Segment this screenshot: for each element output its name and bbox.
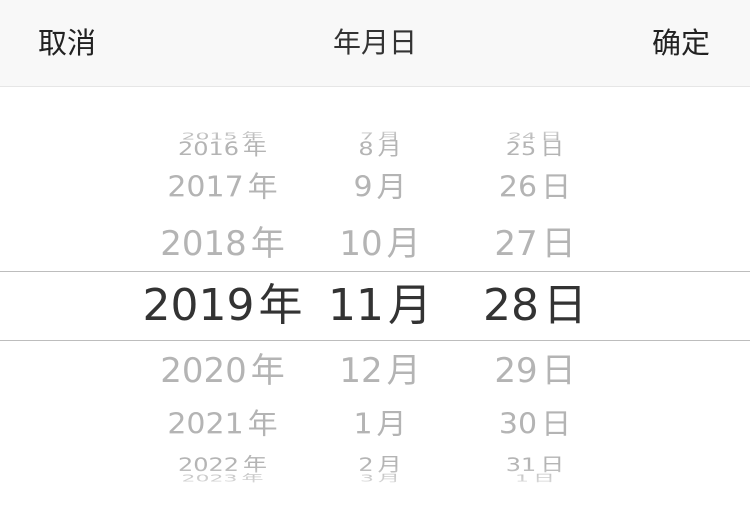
month-unit: 月	[377, 473, 400, 485]
month-unit: 月	[386, 351, 421, 391]
day-option[interactable]: 26 日	[470, 160, 600, 217]
month-value: 12	[339, 351, 383, 391]
month-value: 11	[328, 280, 384, 331]
year-value: 2018	[160, 224, 247, 264]
day-unit: 日	[541, 407, 572, 442]
picker-title: 年月日	[332, 26, 417, 59]
year-value: 2017	[167, 170, 244, 205]
year-unit: 年	[258, 280, 303, 331]
date-picker: 取消 年月日 确定 2015 年 2016 年 2017 年 2018 年 2019年 2020 年…	[0, 0, 750, 520]
day-option[interactable]: 28日	[470, 276, 600, 336]
year-option[interactable]: 2020 年	[110, 341, 335, 401]
month-unit: 月	[376, 170, 407, 205]
year-value: 2023	[181, 473, 238, 485]
year-value: 2019	[142, 280, 255, 331]
month-unit: 月	[377, 138, 402, 160]
year-option[interactable]: 2017 年	[110, 160, 335, 217]
day-value: 29	[494, 351, 538, 391]
month-option[interactable]: 9月	[320, 160, 440, 217]
year-unit: 年	[250, 351, 285, 391]
day-option[interactable]: 27 日	[470, 214, 600, 274]
day-value: 25	[505, 138, 537, 160]
month-value: 9	[353, 170, 373, 205]
day-value: 30	[498, 407, 538, 442]
day-unit: 日	[543, 280, 587, 331]
day-unit: 日	[540, 138, 565, 160]
day-unit: 日	[541, 224, 576, 264]
year-value: 2021	[167, 407, 244, 442]
day-value: 28	[483, 280, 539, 331]
month-option[interactable]: 10 月	[320, 214, 440, 274]
day-unit: 日	[532, 473, 555, 485]
day-option[interactable]: 1日	[470, 466, 600, 493]
month-option[interactable]: 11月	[320, 276, 440, 336]
day-unit: 日	[541, 351, 576, 391]
day-wheel[interactable]: 24 日 25 日 26 日 27 日 28日 29 日 30 日 31 日 1 日	[470, 87, 600, 520]
day-value: 27	[494, 224, 538, 264]
year-option[interactable]: 2023 年	[110, 466, 335, 493]
month-value: 8	[358, 138, 374, 160]
year-unit: 年	[241, 473, 264, 485]
picker-wheels: 2015 年 2016 年 2017 年 2018 年 2019年 2020 年 2021 年 2022 年…	[0, 87, 750, 520]
month-unit: 月	[386, 224, 421, 264]
year-unit: 年	[247, 407, 278, 442]
picker-toolbar: 取消 年月日 确定	[0, 0, 750, 87]
day-value: 1	[514, 473, 529, 485]
month-option[interactable]: 3月	[320, 466, 440, 493]
year-value: 2016	[177, 138, 240, 160]
day-option[interactable]: 29 日	[470, 341, 600, 401]
year-unit: 年	[247, 170, 278, 205]
month-wheel[interactable]: 7 月 8 月 9 月 10 月 11月 12 月 1 月 2 月 3 月	[320, 87, 440, 520]
confirm-button[interactable]: 确定	[652, 0, 710, 86]
year-option[interactable]: 2019年	[110, 276, 335, 336]
year-option[interactable]: 2018 年	[110, 214, 335, 274]
month-value: 3	[359, 473, 374, 485]
year-unit: 年	[250, 224, 285, 264]
year-value: 2020	[160, 351, 247, 391]
day-value: 26	[498, 170, 538, 205]
month-option[interactable]: 12 月	[320, 341, 440, 401]
month-value: 1	[353, 407, 373, 442]
year-wheel[interactable]: 2015 年 2016 年 2017 年 2018 年 2019年 2020 年 2021 年 2022 年…	[110, 87, 335, 520]
month-value: 10	[339, 224, 383, 264]
year-unit: 年	[243, 138, 268, 160]
month-unit: 月	[388, 280, 432, 331]
month-unit: 月	[376, 407, 407, 442]
day-unit: 日	[541, 170, 572, 205]
